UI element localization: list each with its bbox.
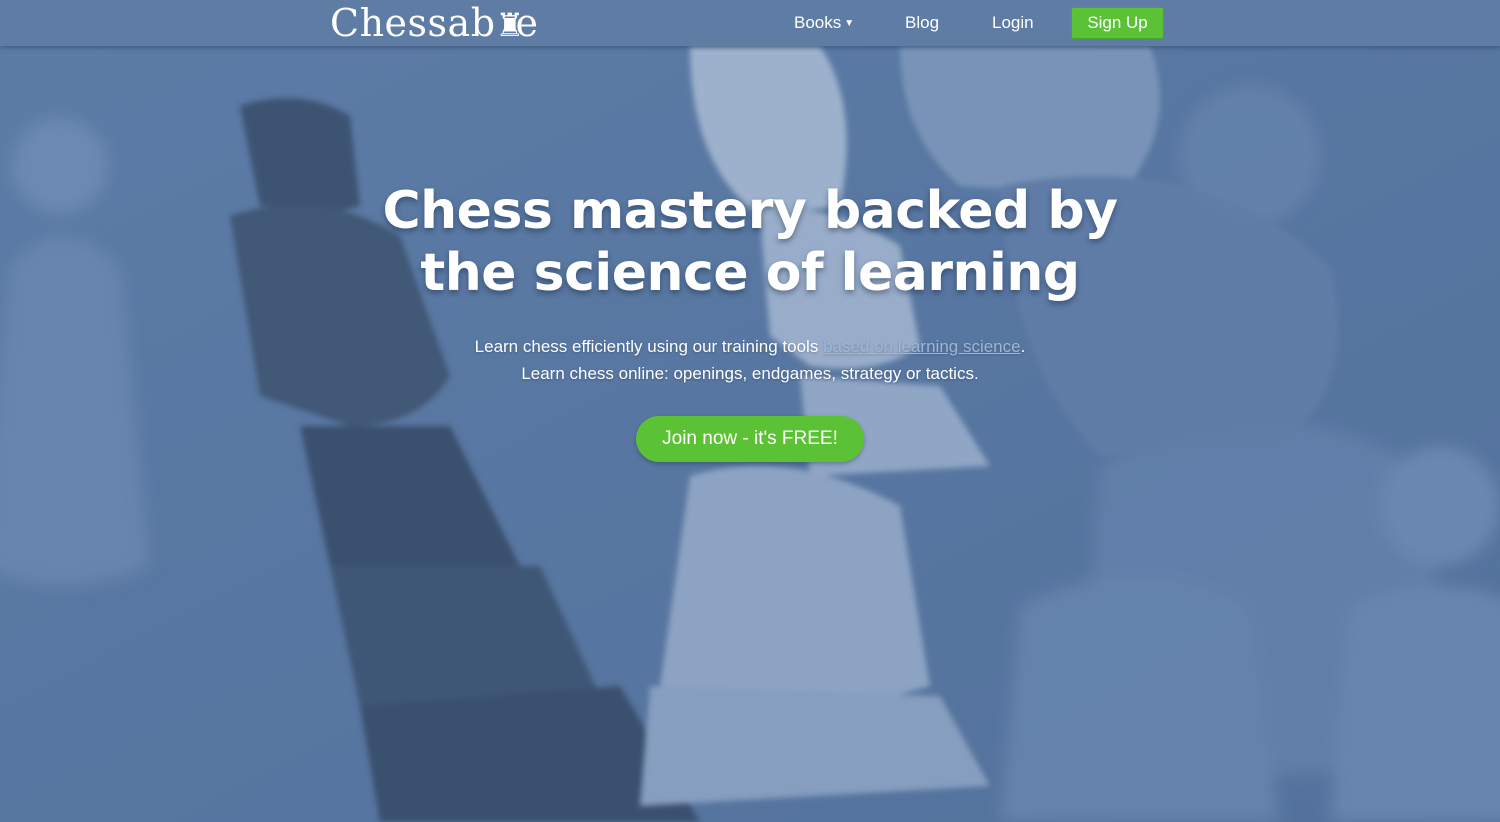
- join-now-button[interactable]: Join now - it's FREE!: [636, 416, 864, 462]
- top-navigation-bar: Chessab♜e Books ▼ Blog Login Sign Up: [0, 0, 1500, 46]
- nav-books-dropdown[interactable]: Books ▼: [794, 12, 854, 34]
- subtitle-line-1-text: Learn chess efficiently using our traini…: [474, 337, 819, 356]
- logo-text: Chessab: [330, 1, 496, 45]
- logo-text-suffix: e: [515, 1, 539, 45]
- hero-subtitle: Learn chess efficiently using our traini…: [300, 333, 1200, 387]
- hero-headline-line-1: Chess mastery backed by: [382, 181, 1118, 241]
- nav-books-label: Books: [794, 13, 842, 32]
- hero-headline-line-2: the science of learning: [420, 243, 1080, 303]
- nav-login-link[interactable]: Login: [992, 12, 1034, 34]
- subtitle-line-2-text: Learn chess online: openings, endgames, …: [521, 364, 979, 383]
- nav-blog-link[interactable]: Blog: [905, 12, 939, 34]
- chessable-logo[interactable]: Chessab♜e: [330, 2, 539, 44]
- sign-up-button[interactable]: Sign Up: [1071, 7, 1164, 39]
- caret-down-icon: ▼: [844, 18, 855, 29]
- hero-headline: Chess mastery backed by the science of l…: [300, 180, 1200, 304]
- subtitle-period: .: [1020, 337, 1026, 356]
- rook-icon: ♜: [495, 6, 525, 44]
- learning-science-link[interactable]: based on learning science: [823, 337, 1021, 356]
